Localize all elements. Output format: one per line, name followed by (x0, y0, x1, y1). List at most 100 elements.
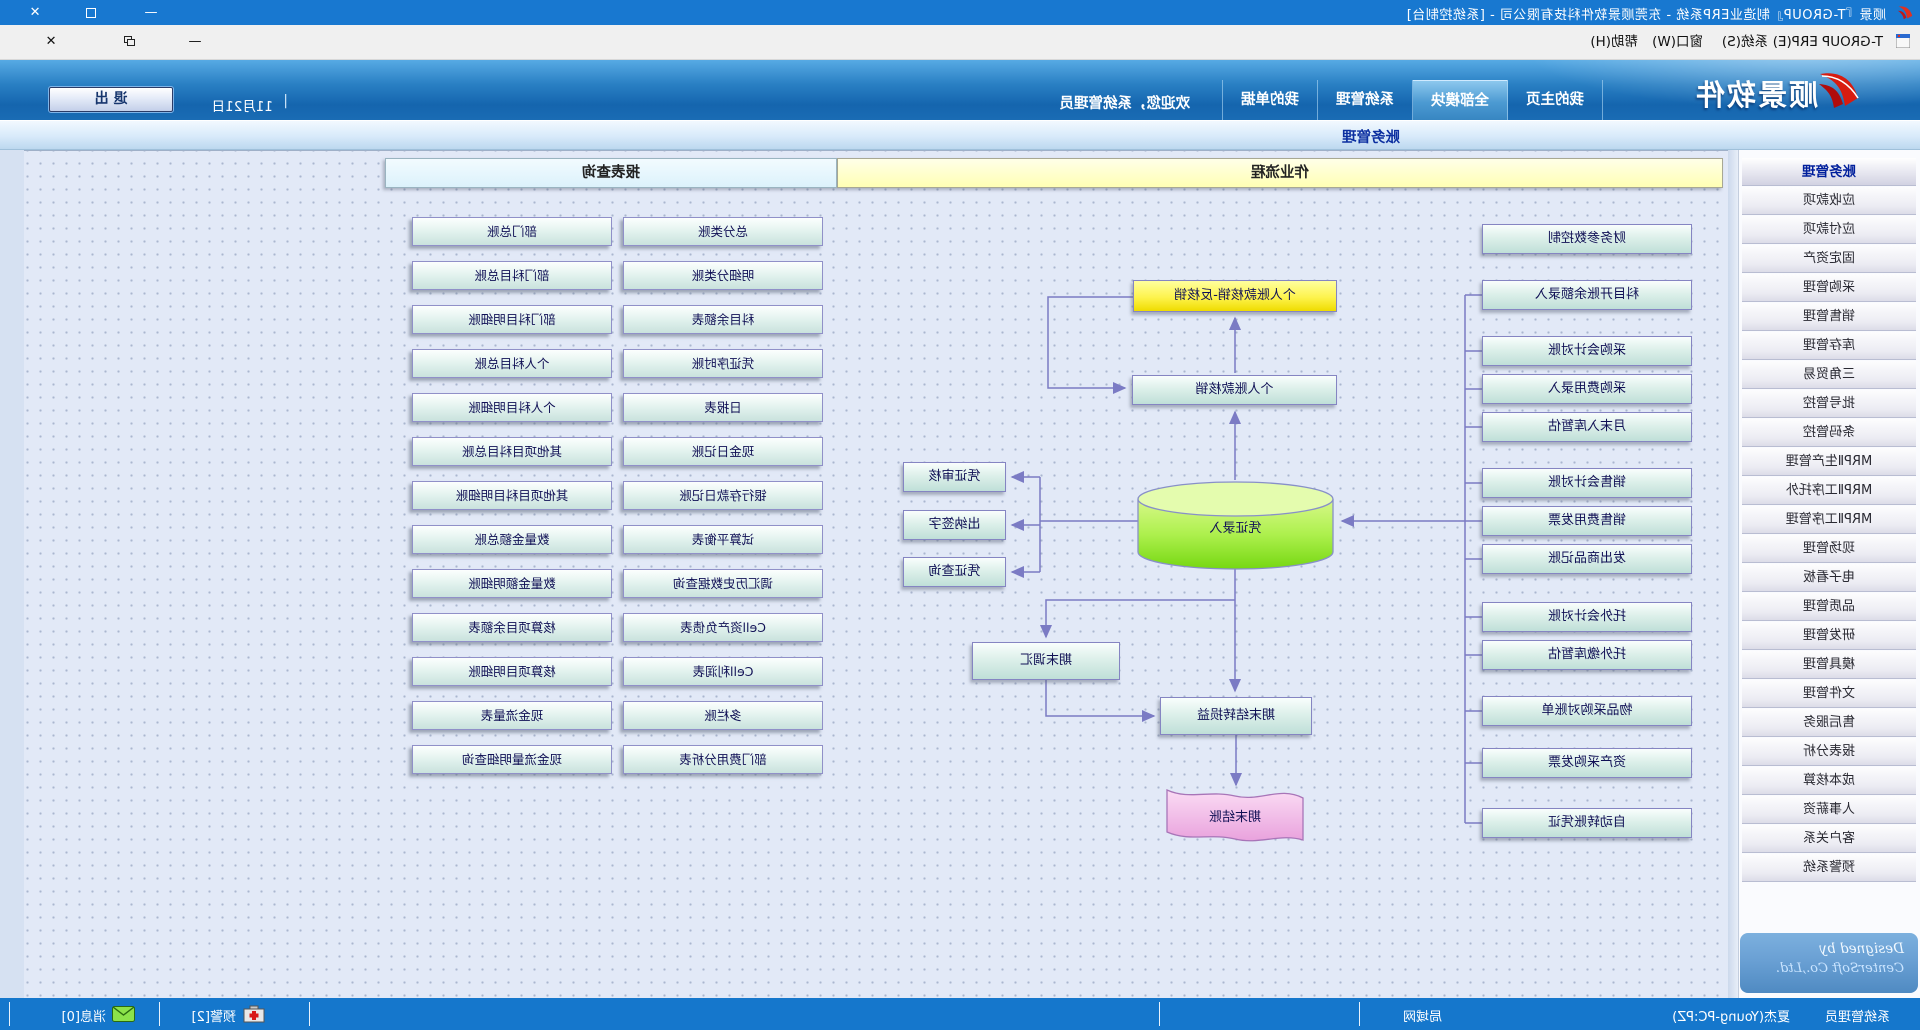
sidebar-item-costing[interactable]: 成本核算 (1742, 767, 1916, 795)
app-logo-icon (1897, 4, 1914, 21)
sidebar-item-receivables[interactable]: 应收款项 (1742, 187, 1916, 215)
report-btn-personal-account-detail[interactable]: 个人科目明细账 (412, 393, 612, 422)
report-btn-trial-balance[interactable]: 试算平衡表 (623, 525, 823, 554)
mdi-restore-button[interactable] (116, 32, 142, 52)
close-button[interactable]: ✕ (18, 0, 52, 25)
flow-box-purchase-expense[interactable]: 采购费用录入 (1482, 374, 1692, 404)
sidebar-item-fixed-assets[interactable]: 固定资产 (1742, 245, 1916, 273)
report-btn-dept-expense-analysis[interactable]: 部门费用分析表 (623, 745, 823, 774)
report-btn-general-ledger[interactable]: 总分类账 (623, 217, 823, 246)
tab-all-modules[interactable]: 全部模块 (1413, 80, 1508, 120)
status-messages[interactable]: 消息[0] (62, 1006, 106, 1025)
report-btn-account-balance[interactable]: 科目余额表 (623, 305, 823, 334)
status-separator (309, 1002, 310, 1026)
tab-system-management[interactable]: 系统管理 (1318, 80, 1413, 120)
report-btn-personal-account-ledger[interactable]: 个人科目总账 (412, 349, 612, 378)
sidebar-item-rnd[interactable]: 研发管理 (1742, 622, 1916, 650)
flow-shape-period-closing[interactable]: 期末结账 (1167, 806, 1303, 825)
status-alerts[interactable]: 预警[2] (192, 1006, 236, 1025)
sidebar-item-purchasing[interactable]: 采购管理 (1742, 274, 1916, 302)
flow-box-purchase-reconcile[interactable]: 采购会计对账 (1482, 336, 1692, 366)
sidebar-item-document[interactable]: 文件管理 (1742, 680, 1916, 708)
flow-box-opening-balance[interactable]: 科目开账余额录入 (1482, 280, 1692, 310)
flow-box-outsource-reconcile[interactable]: 托外会计对账 (1482, 602, 1692, 632)
status-separator (1359, 1002, 1360, 1026)
sidebar-item-shopfloor[interactable]: 现场管理 (1742, 535, 1916, 563)
report-btn-detail-ledger[interactable]: 明细分类账 (623, 261, 823, 290)
report-btn-fx-history-query[interactable]: 调汇历史数据查询 (623, 569, 823, 598)
menu-help[interactable]: 帮助(H) (1583, 25, 1645, 60)
report-btn-cashflow-detail-query[interactable]: 现金流量明细查询 (412, 745, 612, 774)
designed-by-panel: Designed by CenterSoft Co.,Ltd. (1740, 933, 1918, 993)
report-btn-other-item-ledger[interactable]: 其他项目科目总账 (412, 437, 612, 466)
report-btn-item-detail-ledger[interactable]: 核算项目明细账 (412, 657, 612, 686)
tab-my-documents[interactable]: 我的单据 (1222, 80, 1318, 120)
sidebar-item-payables[interactable]: 应付款项 (1742, 216, 1916, 244)
flowchart-canvas (24, 150, 1728, 998)
brand-logo-icon (1818, 68, 1862, 112)
report-btn-bank-journal[interactable]: 银行存款日记账 (623, 481, 823, 510)
report-btn-dept-account-detail[interactable]: 部门科目明细账 (412, 305, 612, 334)
flow-box-voucher-audit[interactable]: 凭证审核 (903, 462, 1006, 492)
sidebar-header-finance[interactable]: 账务管理 (1742, 158, 1916, 186)
report-btn-qty-amount-ledger[interactable]: 数量金额总账 (412, 525, 612, 554)
sidebar-item-mrp2-outsourcing[interactable]: MRPⅡ工序托外 (1742, 477, 1916, 505)
flow-box-asset-invoice[interactable]: 资产采购发票 (1482, 748, 1692, 778)
sidebar-item-sales[interactable]: 销售管理 (1742, 303, 1916, 331)
flow-box-period-carryover[interactable]: 期末结转损益 (1160, 697, 1312, 735)
report-btn-multi-column-ledger[interactable]: 多栏账 (623, 701, 823, 730)
flow-box-sales-reconcile[interactable]: 销售会计对账 (1482, 468, 1692, 498)
flow-box-sales-expense[interactable]: 销售费用发票 (1482, 506, 1692, 536)
menu-system[interactable]: 系统(S) (1715, 25, 1775, 60)
report-btn-cell-income-statement[interactable]: Cell利润表 (623, 657, 823, 686)
report-btn-voucher-journal[interactable]: 凭证序时账 (623, 349, 823, 378)
sidebar-item-barcode-control[interactable]: 条码管控 (1742, 419, 1916, 447)
sidebar-item-triangle-trade[interactable]: 三角贸易 (1742, 361, 1916, 389)
flow-box-purchase-statement[interactable]: 物品采购对账单 (1482, 696, 1692, 726)
report-btn-other-item-detail[interactable]: 其他项目科目明细账 (412, 481, 612, 510)
tab-my-home[interactable]: 我的主页 (1508, 80, 1603, 120)
sidebar-item-alert-system[interactable]: 预警系统 (1742, 854, 1916, 882)
flow-box-period-adjust[interactable]: 期末调汇 (972, 642, 1120, 680)
message-envelope-icon[interactable] (112, 1006, 135, 1022)
flow-box-monthend-estimate[interactable]: 月末入库暂估 (1482, 412, 1692, 442)
flow-box-cashier-sign[interactable]: 出纳签字 (903, 510, 1006, 540)
window-title: 顺景『T-GROUP』制造业ERP系统 - 东莞顺景软件科技有限公司 - [系统… (1406, 4, 1886, 23)
sidebar-item-hr-payroll[interactable]: 人事薪资 (1742, 796, 1916, 824)
sidebar-item-mrp2-process[interactable]: MRPⅡ工序管理 (1742, 506, 1916, 534)
sidebar-item-batch-control[interactable]: 批号管控 (1742, 390, 1916, 418)
minimize-button[interactable]: — (134, 0, 168, 25)
flow-box-finance-params[interactable]: 财务参数控制 (1482, 224, 1692, 254)
sidebar-item-e-kanban[interactable]: 电子看板 (1742, 564, 1916, 592)
report-btn-dept-account-ledger[interactable]: 部门科目总账 (412, 261, 612, 290)
maximize-button[interactable] (74, 0, 108, 25)
report-btn-cell-balance-sheet[interactable]: Cell资产负债表 (623, 613, 823, 642)
sidebar-item-crm[interactable]: 客户关系 (1742, 825, 1916, 853)
menu-window[interactable]: 窗口(W) (1645, 25, 1710, 60)
report-btn-cash-journal[interactable]: 现金日记账 (623, 437, 823, 466)
exit-button[interactable]: 退 出 (49, 87, 173, 112)
flow-box-outsource-estimate[interactable]: 托外缴库暂估 (1482, 640, 1692, 670)
sidebar-item-mold[interactable]: 模具管理 (1742, 651, 1916, 679)
flow-box-writeoff[interactable]: 个人账款核销 (1132, 375, 1337, 405)
flow-cylinder-voucher-entry[interactable]: 凭证录入 (1138, 517, 1333, 536)
alert-first-aid-icon[interactable] (243, 1005, 265, 1023)
menu-tgroup-erp[interactable]: T-GROUP ERP(E) (1766, 25, 1890, 60)
sidebar-item-after-sales[interactable]: 售后服务 (1742, 709, 1916, 737)
sidebar-item-report-analysis[interactable]: 报表分析 (1742, 738, 1916, 766)
sidebar-item-quality[interactable]: 品质管理 (1742, 593, 1916, 621)
report-btn-qty-amount-detail[interactable]: 数量金额明细账 (412, 569, 612, 598)
report-btn-item-balance-table[interactable]: 核算项目余额表 (412, 613, 612, 642)
report-btn-daily-report[interactable]: 日报表 (623, 393, 823, 422)
flow-box-goods-issued[interactable]: 发出商品记账 (1482, 544, 1692, 574)
report-btn-dept-general-ledger[interactable]: 部门总账 (412, 217, 612, 246)
sidebar-item-mrp2-production[interactable]: MRPⅡ生产管理 (1742, 448, 1916, 476)
flow-box-voucher-query[interactable]: 凭证查询 (903, 557, 1006, 587)
flow-box-writeoff-reverse[interactable]: 个人账款核销-反核销 (1133, 280, 1337, 312)
sidebar-splitter[interactable] (1728, 150, 1738, 998)
mdi-minimize-button[interactable]: — (182, 32, 208, 52)
sidebar-item-inventory[interactable]: 库存管理 (1742, 332, 1916, 360)
flow-box-auto-voucher[interactable]: 自动转账凭证 (1482, 808, 1692, 838)
report-btn-cashflow-statement[interactable]: 现金流量表 (412, 701, 612, 730)
mdi-close-button[interactable]: ✕ (38, 32, 64, 52)
